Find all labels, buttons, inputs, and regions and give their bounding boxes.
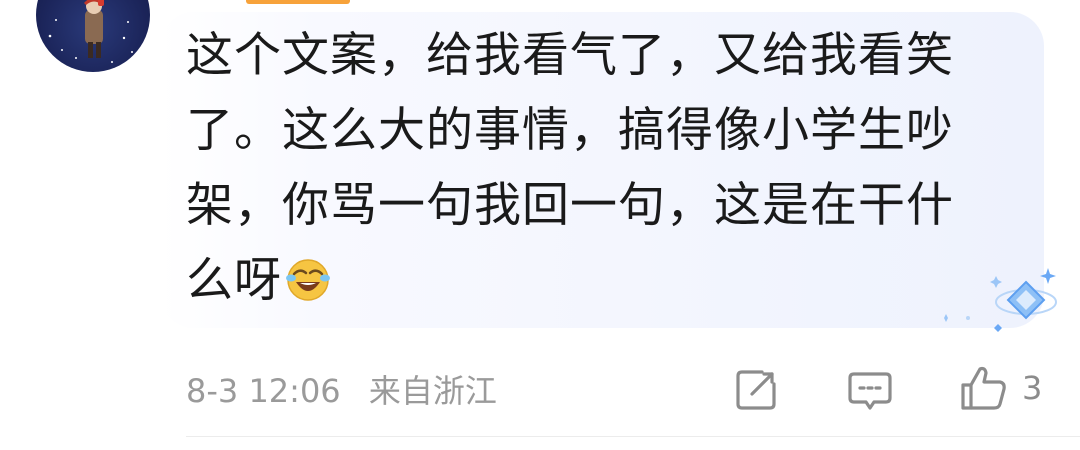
laughing-crying-emoji-icon <box>286 259 330 301</box>
edit-icon <box>736 370 776 410</box>
avatar[interactable] <box>36 0 150 72</box>
comment-line: 么呀 <box>186 253 282 308</box>
reply-button[interactable] <box>846 362 894 418</box>
comment-time: 8-3 12:06 <box>186 372 341 410</box>
comment-line-last: 么呀 <box>186 243 1016 318</box>
comment-card: 这个文案，给我看气了，又给我看笑 了。这么大的事情，搞得像小学生吵 架，你骂一句… <box>0 0 1080 450</box>
comment-line: 这个文案，给我看气了，又给我看笑 <box>186 28 954 83</box>
comment-text: 这个文案，给我看气了，又给我看笑 了。这么大的事情，搞得像小学生吵 架，你骂一句… <box>186 18 1016 318</box>
comment-meta: 8-3 12:06 来自浙江 <box>186 366 515 412</box>
edit-button[interactable] <box>732 362 780 418</box>
thumbs-up-icon <box>961 366 1006 410</box>
like-button[interactable]: 3 <box>958 360 1042 416</box>
comment-line: 架，你骂一句我回一句，这是在干什 <box>186 178 954 233</box>
vip-diamond-decoration <box>944 268 1057 332</box>
top-badge <box>246 0 350 4</box>
like-count: 3 <box>1022 369 1043 407</box>
comment-icon <box>848 372 892 410</box>
avatar-illustration <box>48 0 133 63</box>
divider <box>186 436 1080 437</box>
comment-location: 来自浙江 <box>368 372 497 410</box>
comment-line: 了。这么大的事情，搞得像小学生吵 <box>186 103 954 158</box>
